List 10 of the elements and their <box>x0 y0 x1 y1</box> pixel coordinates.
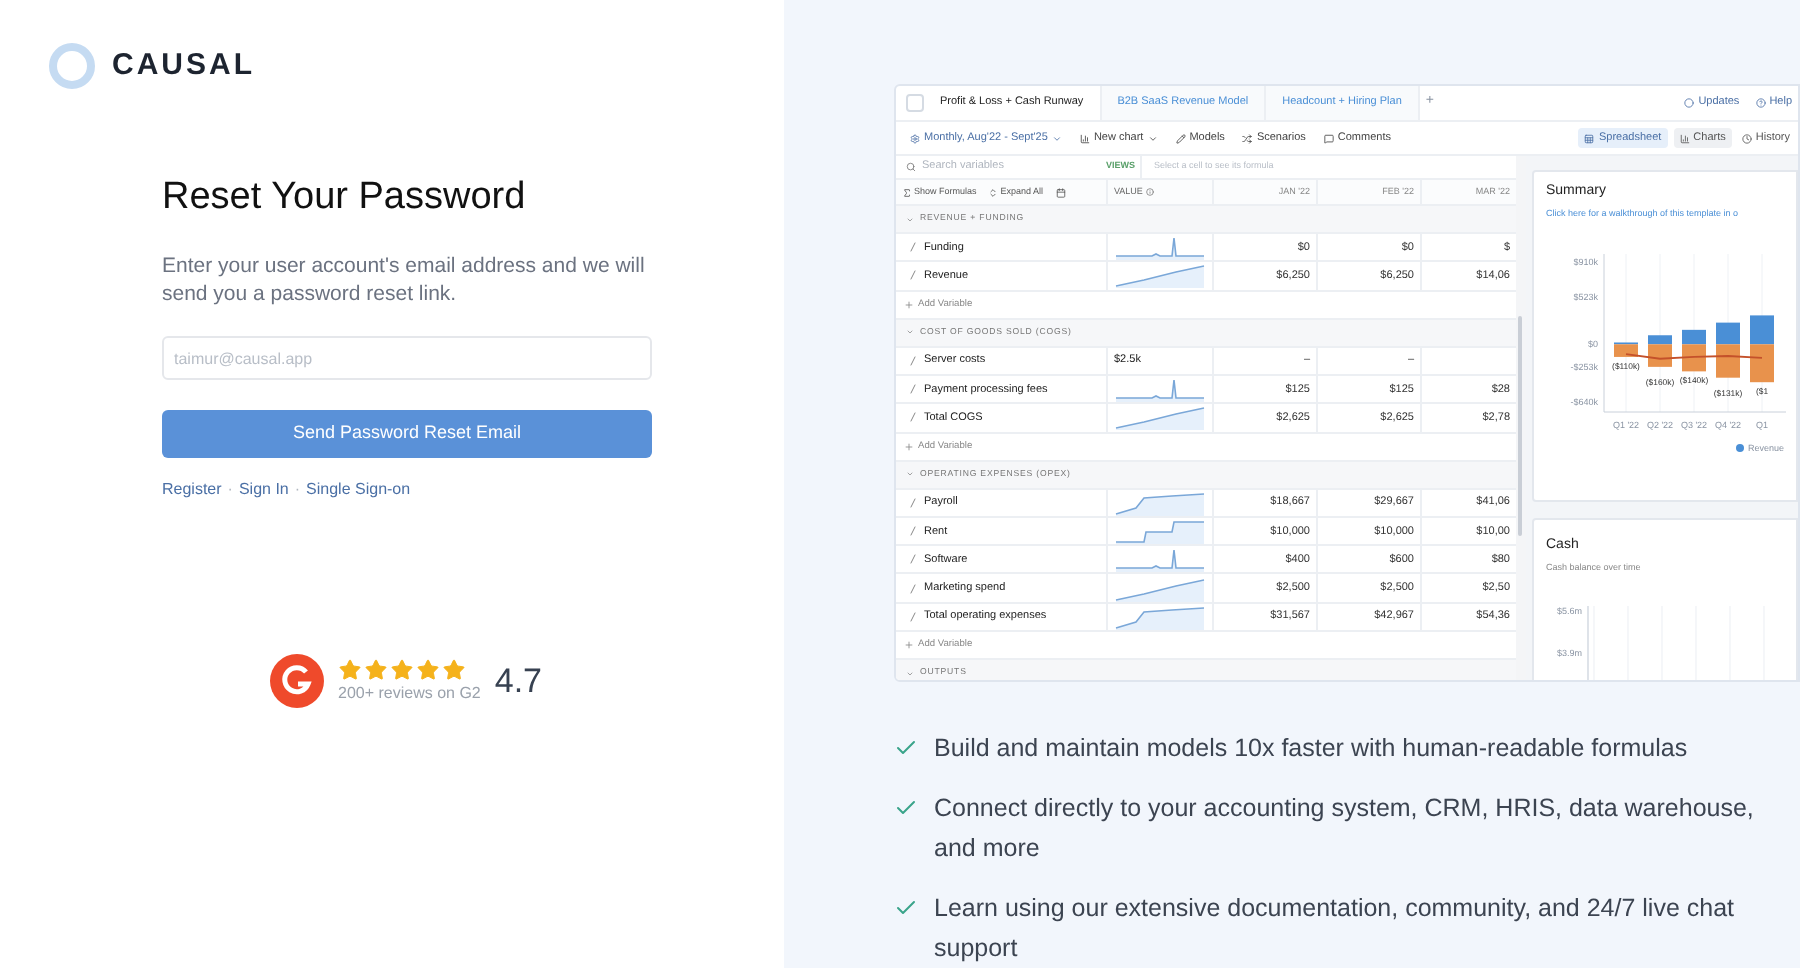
feature-text: Build and maintain models 10x faster with human-readable formulas <box>934 731 1690 765</box>
feature-text: Connect directly to your accounting system, CRM, HRIS, data warehouse, and more <box>934 792 1756 865</box>
brand-name: CAUSAL <box>112 45 255 86</box>
description: Enter your user account's email address and we will send you a password reset link. <box>162 254 647 308</box>
rating-score: 4.7 <box>494 659 543 704</box>
page-title: Reset Your Password <box>162 174 528 222</box>
review-count: 200+ reviews on G2 <box>338 681 481 705</box>
separator: · <box>227 478 233 502</box>
feature-text: Learn using our extensive documentation, community, and 24/7 live chat support <box>934 892 1736 966</box>
separator: · <box>294 478 301 502</box>
